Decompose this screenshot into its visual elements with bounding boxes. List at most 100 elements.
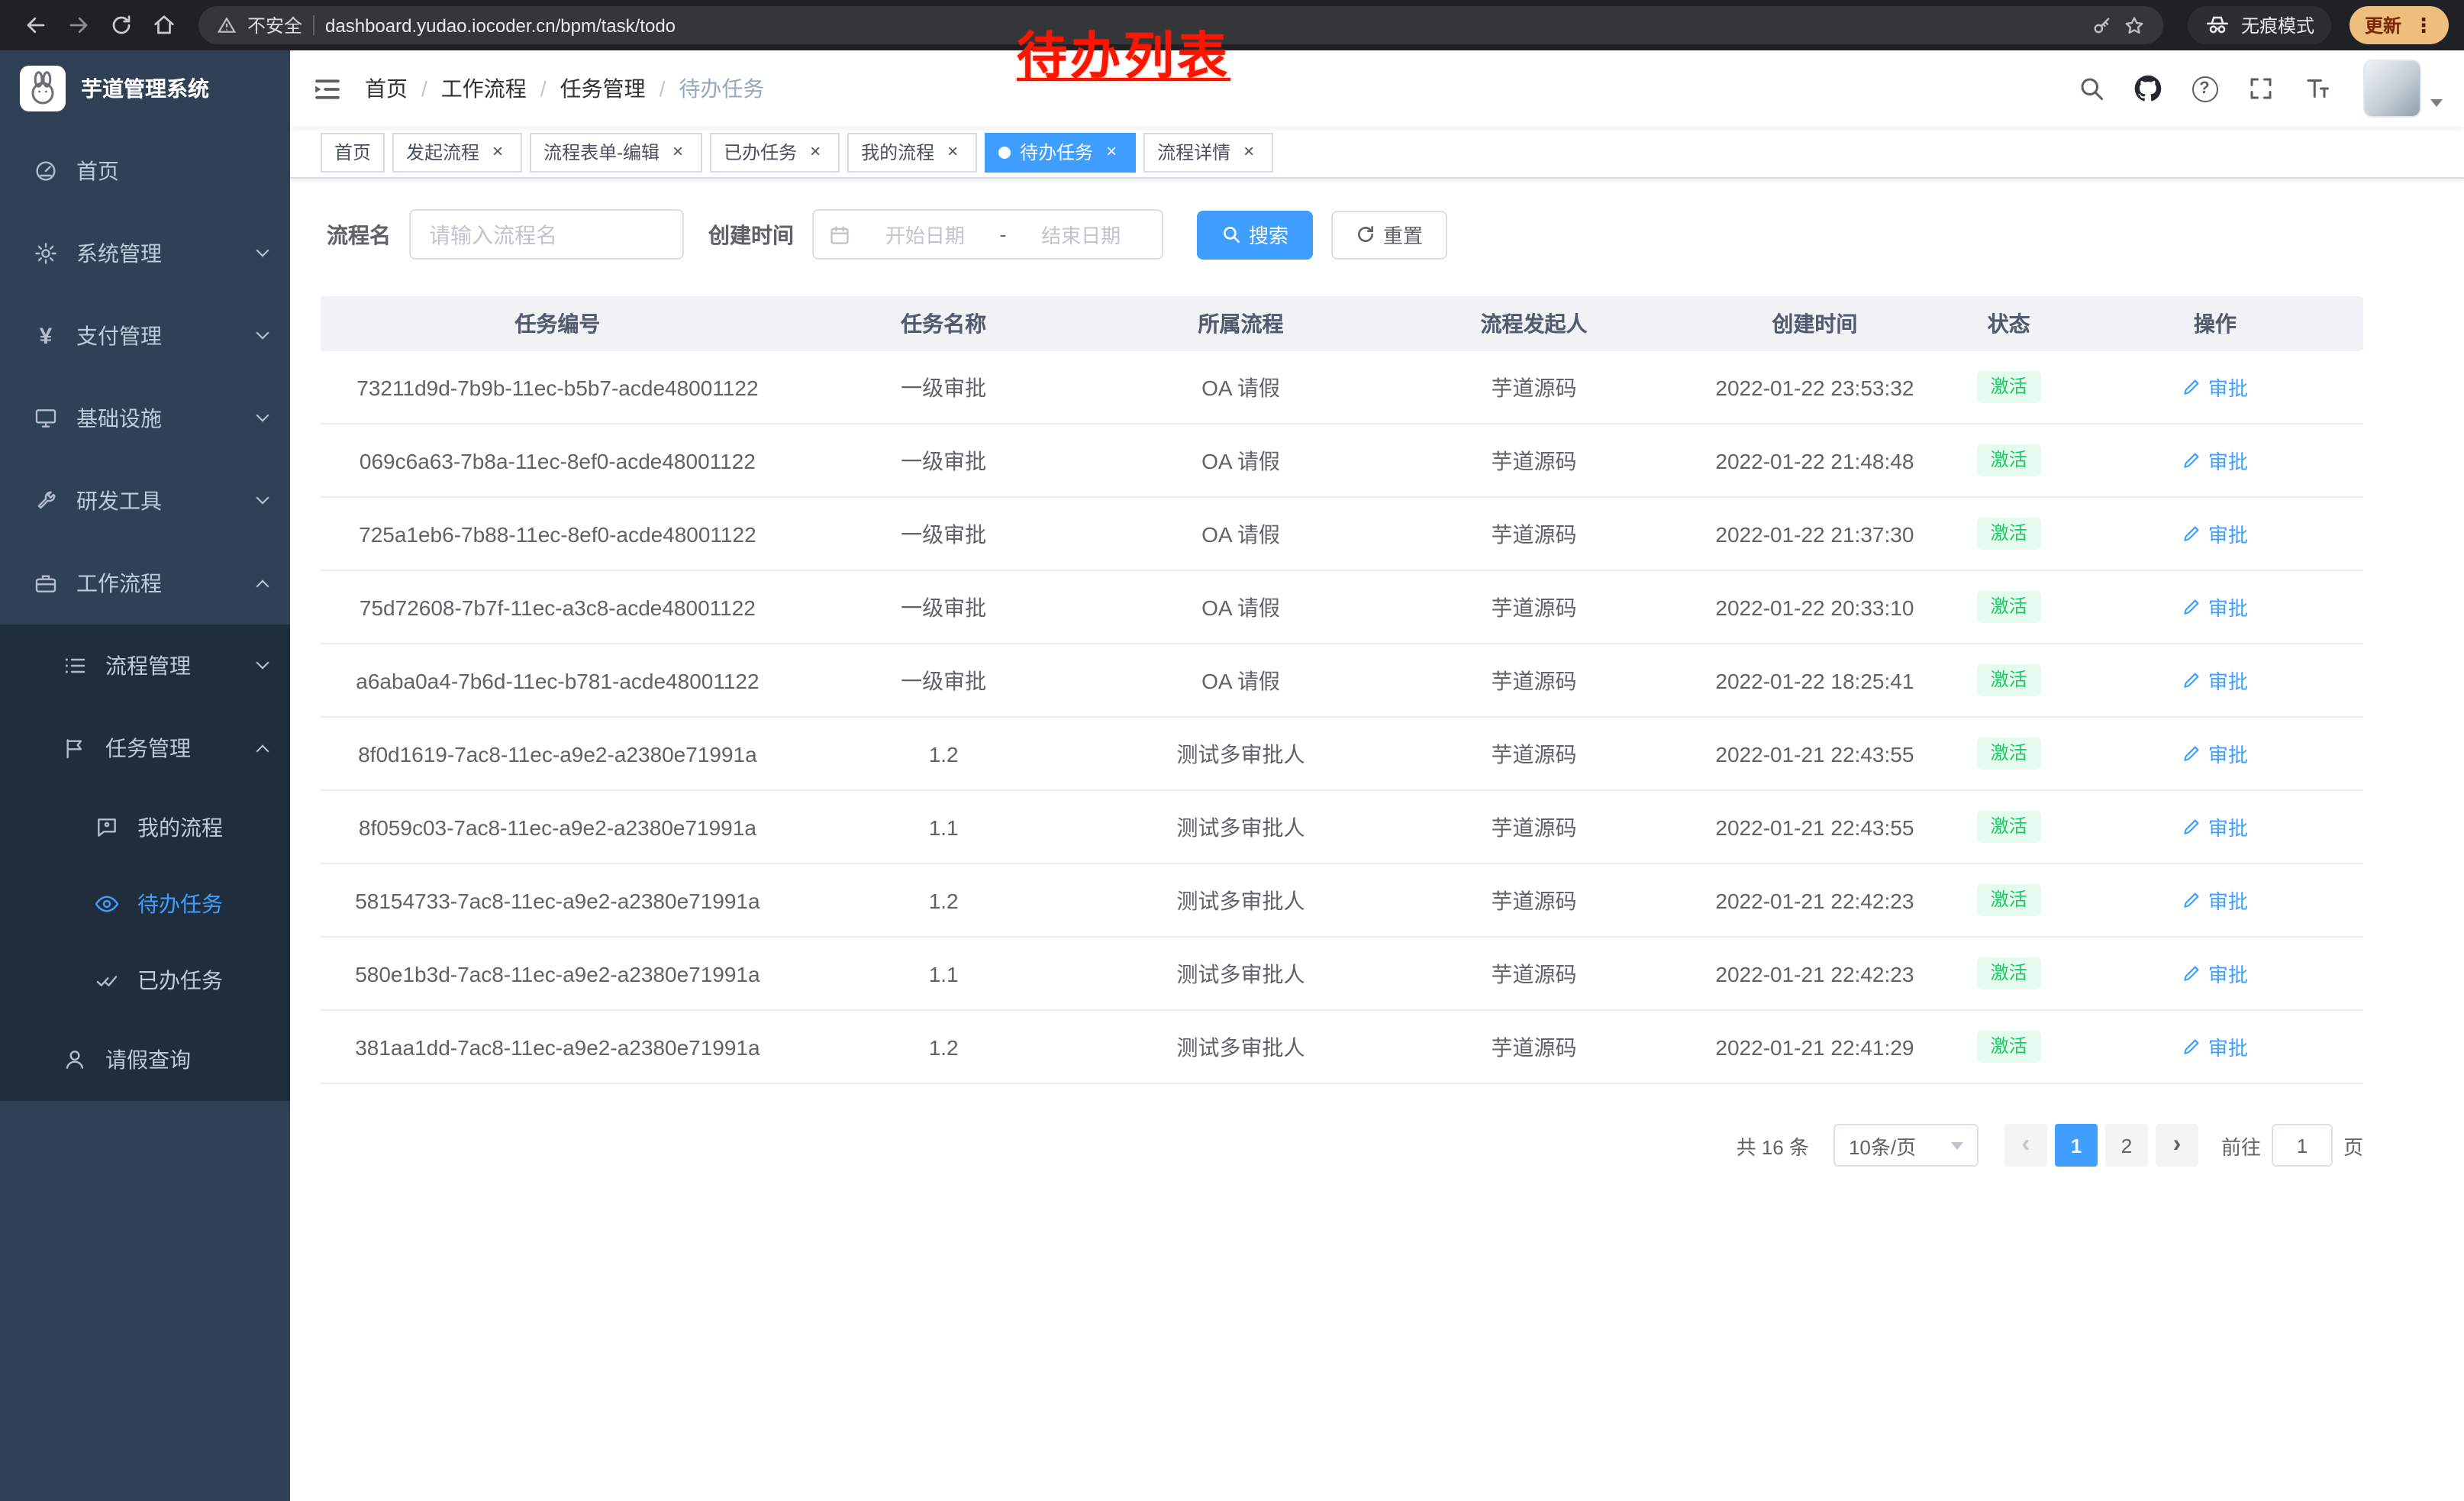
sidebar-item-workflow[interactable]: 工作流程: [0, 542, 290, 625]
page-size-select[interactable]: 10条/页: [1833, 1124, 1979, 1167]
close-icon[interactable]: ×: [1238, 141, 1259, 163]
breadcrumb-item-task-mgmt[interactable]: 任务管理: [560, 73, 646, 104]
page-button-1[interactable]: 1: [2055, 1124, 2098, 1167]
approve-link[interactable]: 审批: [2182, 1032, 2248, 1061]
cell-created: 2022-01-21 22:43:55: [1679, 741, 1950, 766]
cell-initiator: 芋道源码: [1389, 738, 1679, 769]
cell-task-name: 一级审批: [795, 372, 1093, 402]
chevron-down-icon: [256, 244, 269, 257]
help-button[interactable]: ?: [2185, 69, 2224, 108]
approve-link[interactable]: 审批: [2182, 666, 2248, 695]
edit-icon: [2182, 597, 2202, 617]
back-button[interactable]: [15, 5, 55, 45]
cell-created: 2022-01-22 23:53:32: [1679, 375, 1950, 399]
tab-todo-tasks[interactable]: 待办任务 ×: [985, 132, 1136, 172]
approve-link[interactable]: 审批: [2182, 812, 2248, 841]
close-icon[interactable]: ×: [805, 141, 826, 163]
approve-link[interactable]: 审批: [2182, 959, 2248, 988]
cell-task-name: 一级审批: [795, 665, 1093, 696]
security-label[interactable]: 不安全: [247, 12, 302, 38]
list-icon: [61, 654, 89, 678]
approve-link[interactable]: 审批: [2182, 519, 2248, 548]
github-button[interactable]: [2128, 69, 2168, 108]
reload-button[interactable]: [101, 5, 140, 45]
table-row: a6aba0a4-7b6d-11ec-b781-acde48001122 一级审…: [321, 644, 2363, 718]
cell-task-id: 580e1b3d-7ac8-11ec-a9e2-a2380e71991a: [321, 961, 795, 986]
close-icon[interactable]: ×: [487, 141, 508, 163]
process-name-input[interactable]: [409, 209, 684, 260]
reset-button[interactable]: 重置: [1331, 210, 1447, 259]
user-menu[interactable]: [2363, 60, 2443, 118]
sidebar-item-done-tasks[interactable]: 已办任务: [0, 942, 290, 1018]
sidebar-item-payment[interactable]: ¥ 支付管理: [0, 295, 290, 377]
url-text[interactable]: dashboard.yudao.iocoder.cn/bpm/task/todo: [325, 15, 676, 36]
goto-page-input[interactable]: [2272, 1124, 2333, 1167]
bookmark-star-icon[interactable]: [2124, 15, 2145, 36]
date-range-picker[interactable]: 开始日期 - 结束日期: [812, 209, 1163, 260]
sidebar-item-infrastructure[interactable]: 基础设施: [0, 377, 290, 460]
dashboard-icon: [32, 159, 60, 183]
fontsize-button[interactable]: [2298, 69, 2337, 108]
status-badge: 激活: [1977, 517, 2041, 550]
table-row: 75d72608-7b7f-11ec-a3c8-acde48001122 一级审…: [321, 571, 2363, 644]
tab-start-process[interactable]: 发起流程 ×: [392, 132, 522, 172]
sidebar-item-task-mgmt[interactable]: 任务管理: [0, 707, 290, 789]
search-button[interactable]: 搜索: [1197, 210, 1313, 259]
chevron-down-icon: [256, 657, 269, 670]
close-icon[interactable]: ×: [667, 141, 689, 163]
approve-link[interactable]: 审批: [2182, 373, 2248, 402]
header-action: 操作: [2067, 308, 2363, 339]
approve-link[interactable]: 审批: [2182, 592, 2248, 621]
home-icon: [152, 14, 175, 37]
tab-form-edit[interactable]: 流程表单-编辑 ×: [530, 132, 702, 172]
sidebar-item-system[interactable]: 系统管理: [0, 212, 290, 295]
cell-initiator: 芋道源码: [1389, 812, 1679, 842]
close-icon[interactable]: ×: [1101, 141, 1122, 163]
sidebar-item-leave-query[interactable]: 请假查询: [0, 1018, 290, 1101]
app-title: 芋道管理系统: [81, 73, 209, 104]
page-button-2[interactable]: 2: [2105, 1124, 2148, 1167]
sidebar-item-my-process[interactable]: 我的流程: [0, 789, 290, 866]
tab-home[interactable]: 首页: [321, 132, 385, 172]
tab-my-process[interactable]: 我的流程 ×: [847, 132, 977, 172]
search-button[interactable]: [2072, 69, 2111, 108]
forward-button[interactable]: [58, 5, 98, 45]
avatar[interactable]: [2363, 60, 2421, 118]
next-page-button[interactable]: ›: [2156, 1124, 2198, 1167]
sidebar-item-home[interactable]: 首页: [0, 130, 290, 212]
sidebar-item-process-mgmt[interactable]: 流程管理: [0, 625, 290, 707]
cell-process: OA 请假: [1093, 445, 1389, 476]
end-date-placeholder[interactable]: 结束日期: [1015, 220, 1147, 249]
approve-link[interactable]: 审批: [2182, 739, 2248, 768]
start-date-placeholder[interactable]: 开始日期: [859, 220, 991, 249]
sidebar-item-devtools[interactable]: 研发工具: [0, 460, 290, 542]
page-unit-label: 页: [2343, 1131, 2363, 1160]
prev-page-button[interactable]: ‹: [2004, 1124, 2047, 1167]
home-button[interactable]: [144, 5, 183, 45]
tab-process-detail[interactable]: 流程详情 ×: [1143, 132, 1273, 172]
approve-link[interactable]: 审批: [2182, 886, 2248, 915]
cell-initiator: 芋道源码: [1389, 958, 1679, 989]
tab-done-tasks[interactable]: 已办任务 ×: [710, 132, 840, 172]
sidebar-toggle[interactable]: [290, 50, 365, 127]
key-icon[interactable]: [2091, 15, 2113, 36]
update-button[interactable]: 更新 ⋮: [2350, 6, 2449, 44]
sidebar-item-todo-tasks[interactable]: 待办任务: [0, 866, 290, 942]
close-icon[interactable]: ×: [942, 141, 963, 163]
table-row: 58154733-7ac8-11ec-a9e2-a2380e71991a 1.2…: [321, 864, 2363, 938]
briefcase-icon: [32, 571, 60, 596]
breadcrumb-item-current: 待办任务: [679, 73, 764, 104]
fullscreen-button[interactable]: [2241, 69, 2281, 108]
chevron-up-icon: [256, 580, 269, 593]
table-row: 8f059c03-7ac8-11ec-a9e2-a2380e71991a 1.1…: [321, 791, 2363, 864]
app-logo[interactable]: 芋道管理系统: [0, 50, 290, 127]
fullscreen-icon: [2247, 75, 2275, 102]
search-icon: [2078, 75, 2105, 102]
breadcrumb-separator: /: [660, 76, 666, 101]
status-badge: 激活: [1977, 444, 2041, 476]
tags-view-bar: 首页 发起流程 × 流程表单-编辑 × 已办任务 × 我的流程 × 待办任务 ×…: [290, 127, 2464, 179]
overflow-menu-icon[interactable]: ⋮: [2414, 13, 2433, 37]
breadcrumb-item-home[interactable]: 首页: [365, 73, 408, 104]
breadcrumb-item-workflow[interactable]: 工作流程: [441, 73, 527, 104]
approve-link[interactable]: 审批: [2182, 446, 2248, 475]
